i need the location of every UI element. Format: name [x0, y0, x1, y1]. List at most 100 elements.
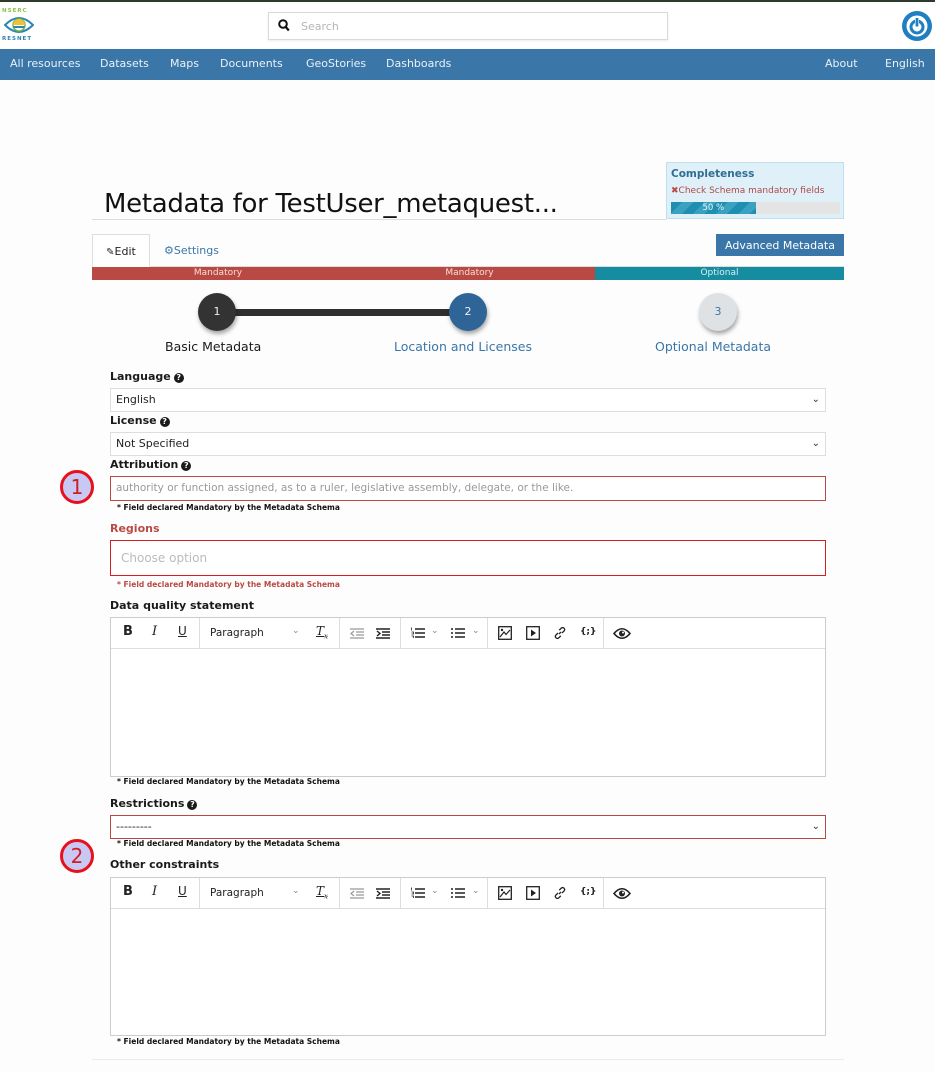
step-2-circle[interactable]: 2	[449, 293, 487, 331]
logo[interactable]: NSERC RESNET	[2, 8, 36, 44]
code-sample-icon[interactable]: {;}	[580, 887, 596, 897]
gear-icon: ⚙	[164, 244, 174, 257]
block-format-select[interactable]: Paragraph	[210, 887, 264, 899]
logo-bottom-text: RESNET	[2, 36, 33, 42]
language-select[interactable]: English ⌄	[110, 388, 826, 412]
preview-eye-icon[interactable]	[613, 627, 631, 640]
language-label-text: Language	[110, 370, 171, 383]
nav-geostories[interactable]: GeoStories	[306, 57, 366, 70]
nav-documents[interactable]: Documents	[220, 57, 283, 70]
help-icon[interactable]: ?	[187, 800, 198, 810]
italic-button[interactable]: I	[152, 624, 157, 639]
nav-maps[interactable]: Maps	[170, 57, 199, 70]
license-select[interactable]: Not Specified ⌄	[110, 432, 826, 456]
block-format-select[interactable]: Paragraph	[210, 627, 264, 639]
media-icon[interactable]	[526, 626, 540, 640]
nav-about[interactable]: About	[825, 57, 858, 70]
annotation-marker-1: 1	[60, 470, 94, 504]
page-title: Metadata for TestUser_metaquest...	[104, 189, 558, 220]
outdent-icon[interactable]	[350, 888, 364, 899]
italic-button[interactable]: I	[152, 884, 157, 899]
restrictions-label-text: Restrictions	[110, 797, 185, 810]
outdent-icon[interactable]	[350, 628, 364, 639]
insert-group: {;}	[488, 878, 604, 909]
link-icon[interactable]	[553, 626, 567, 640]
language-select-value: English	[116, 393, 156, 406]
restrictions-select[interactable]: --------- ⌄	[110, 815, 826, 839]
tab-edit[interactable]: ✎Edit	[92, 234, 150, 267]
help-icon[interactable]: ?	[173, 373, 184, 383]
image-icon[interactable]	[498, 886, 512, 900]
restrictions-mandatory-note: * Field declared Mandatory by the Metada…	[117, 839, 340, 848]
image-icon[interactable]	[498, 626, 512, 640]
preview-eye-icon[interactable]	[613, 887, 631, 900]
completeness-panel: Completeness ✖Check Schema mandatory fie…	[666, 162, 844, 219]
clear-format-button[interactable]: Tx	[316, 624, 328, 640]
power-icon[interactable]	[901, 10, 933, 42]
license-label: License?	[110, 414, 170, 427]
block-group: Paragraph ⌄ Tx	[200, 618, 340, 649]
help-icon[interactable]: ?	[159, 417, 170, 427]
search-input[interactable]	[299, 16, 659, 36]
underline-button[interactable]: U	[178, 884, 187, 898]
chevron-down-icon[interactable]: ⌄	[431, 886, 439, 896]
attribution-label-text: Attribution	[110, 458, 179, 471]
indent-icon[interactable]	[376, 628, 390, 639]
step-3-circle[interactable]: 3	[699, 293, 737, 331]
step-1-circle[interactable]: 1	[198, 293, 236, 331]
other-constraints-editor[interactable]: B I U Paragraph ⌄ Tx ⌄ ⌄ {;}	[110, 877, 826, 1036]
language-label: Language?	[110, 370, 184, 383]
completeness-warning[interactable]: ✖Check Schema mandatory fields	[671, 186, 824, 196]
other-constraints-label: Other constraints	[110, 858, 220, 871]
chevron-down-icon[interactable]: ⌄	[472, 626, 480, 636]
regions-mandatory-note: * Field declared Mandatory by the Metada…	[117, 580, 340, 589]
indent-group	[340, 878, 401, 909]
license-label-text: License	[110, 414, 157, 427]
tab-settings-label: Settings	[173, 244, 219, 257]
format-group: B I U	[111, 618, 200, 649]
logo-top-text: NSERC	[2, 8, 28, 14]
data-quality-mandatory-note: * Field declared Mandatory by the Metada…	[117, 777, 340, 786]
regions-select[interactable]: Choose option	[110, 540, 826, 576]
pencil-icon: ✎	[106, 247, 115, 258]
nav-all-resources[interactable]: All resources	[10, 57, 80, 70]
indent-icon[interactable]	[376, 888, 390, 899]
advanced-metadata-button[interactable]: Advanced Metadata	[716, 234, 844, 256]
clear-format-button[interactable]: Tx	[316, 884, 328, 900]
attribution-input[interactable]: authority or function assigned, as to a …	[110, 476, 826, 501]
step-1-label[interactable]: Basic Metadata	[165, 339, 261, 354]
restrictions-label: Restrictions?	[110, 797, 198, 810]
bold-button[interactable]: B	[123, 884, 133, 899]
nav-dashboards[interactable]: Dashboards	[386, 57, 451, 70]
data-quality-editor[interactable]: B I U Paragraph ⌄ Tx ⌄ ⌄ {;}	[110, 617, 826, 777]
tab-settings[interactable]: ⚙Settings	[164, 234, 219, 267]
eye-globe-logo-icon	[4, 17, 34, 33]
numbered-list-icon[interactable]	[411, 627, 425, 639]
bold-button[interactable]: B	[123, 624, 133, 639]
link-icon[interactable]	[553, 886, 567, 900]
annotation-marker-2: 2	[60, 839, 94, 873]
search-box[interactable]	[268, 12, 668, 40]
nav-language[interactable]: English	[885, 57, 925, 70]
chevron-down-icon[interactable]: ⌄	[472, 886, 480, 896]
tab-edit-label: Edit	[114, 245, 136, 258]
help-icon[interactable]: ?	[181, 461, 192, 471]
data-quality-label: Data quality statement	[110, 599, 254, 612]
underline-button[interactable]: U	[178, 624, 187, 638]
code-sample-icon[interactable]: {;}	[580, 627, 596, 637]
step-2-label[interactable]: Location and Licenses	[394, 339, 532, 354]
numbered-list-icon[interactable]	[411, 887, 425, 899]
step-3-label[interactable]: Optional Metadata	[655, 339, 771, 354]
form-bottom-divider	[92, 1059, 844, 1060]
nav-datasets[interactable]: Datasets	[100, 57, 149, 70]
header: NSERC RESNET	[0, 2, 935, 49]
completeness-warning-text: Check Schema mandatory fields	[678, 186, 825, 196]
bullet-list-icon[interactable]	[451, 887, 465, 899]
list-group: ⌄ ⌄	[401, 618, 488, 649]
media-icon[interactable]	[526, 886, 540, 900]
bullet-list-icon[interactable]	[451, 627, 465, 639]
chevron-down-icon: ⌄	[811, 394, 820, 405]
chevron-down-icon[interactable]: ⌄	[431, 626, 439, 636]
chevron-down-icon: ⌄	[292, 886, 300, 896]
license-select-value: Not Specified	[116, 437, 190, 450]
